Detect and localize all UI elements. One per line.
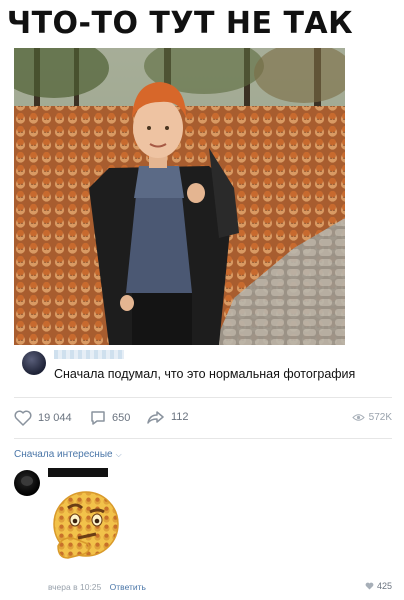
comment-count: 650 xyxy=(112,411,131,424)
post-actions-bar: 19 044 650 112 572K xyxy=(14,408,392,432)
comment-meta: вчера в 10:25 Ответить xyxy=(48,582,146,592)
comment-time: вчера в 10:25 xyxy=(48,582,102,592)
views-count: 572K xyxy=(368,412,392,423)
heart-icon xyxy=(14,410,32,426)
share-button[interactable]: 112 xyxy=(147,410,189,424)
comments-sort-dropdown[interactable]: Сначала интересные ⌵ xyxy=(14,449,122,460)
chevron-down-icon: ⌵ xyxy=(115,449,122,459)
poster-name-redacted xyxy=(54,350,124,359)
thinking-face-sticker xyxy=(48,488,124,568)
like-button[interactable]: 19 044 xyxy=(14,410,72,426)
meme-title: ЧТО-ТО ТУТ НЕ ТАК xyxy=(6,6,354,41)
sort-label: Сначала интересные xyxy=(14,449,113,460)
views-counter: 572K xyxy=(351,412,392,423)
comment-button[interactable]: 650 xyxy=(90,410,130,425)
comment-icon xyxy=(91,411,105,425)
poster-avatar[interactable] xyxy=(22,351,46,375)
commenter-avatar[interactable] xyxy=(14,470,40,496)
divider xyxy=(14,438,392,439)
post-caption: Сначала подумал, что это нормальная фото… xyxy=(54,367,356,381)
heart-icon xyxy=(365,582,374,590)
comment-like-button[interactable]: 425 xyxy=(365,581,392,591)
share-arrow-icon xyxy=(147,411,164,424)
like-count: 19 044 xyxy=(38,412,72,424)
eye-icon xyxy=(351,414,365,421)
reply-button[interactable]: Ответить xyxy=(110,582,146,592)
post-caption-row: Сначала подумал, что это нормальная фото… xyxy=(14,348,394,388)
divider xyxy=(14,397,392,398)
post-photo[interactable] xyxy=(14,48,345,345)
share-count: 112 xyxy=(171,411,189,423)
commenter-name-redacted xyxy=(48,468,108,477)
comment-like-count: 425 xyxy=(376,581,392,591)
